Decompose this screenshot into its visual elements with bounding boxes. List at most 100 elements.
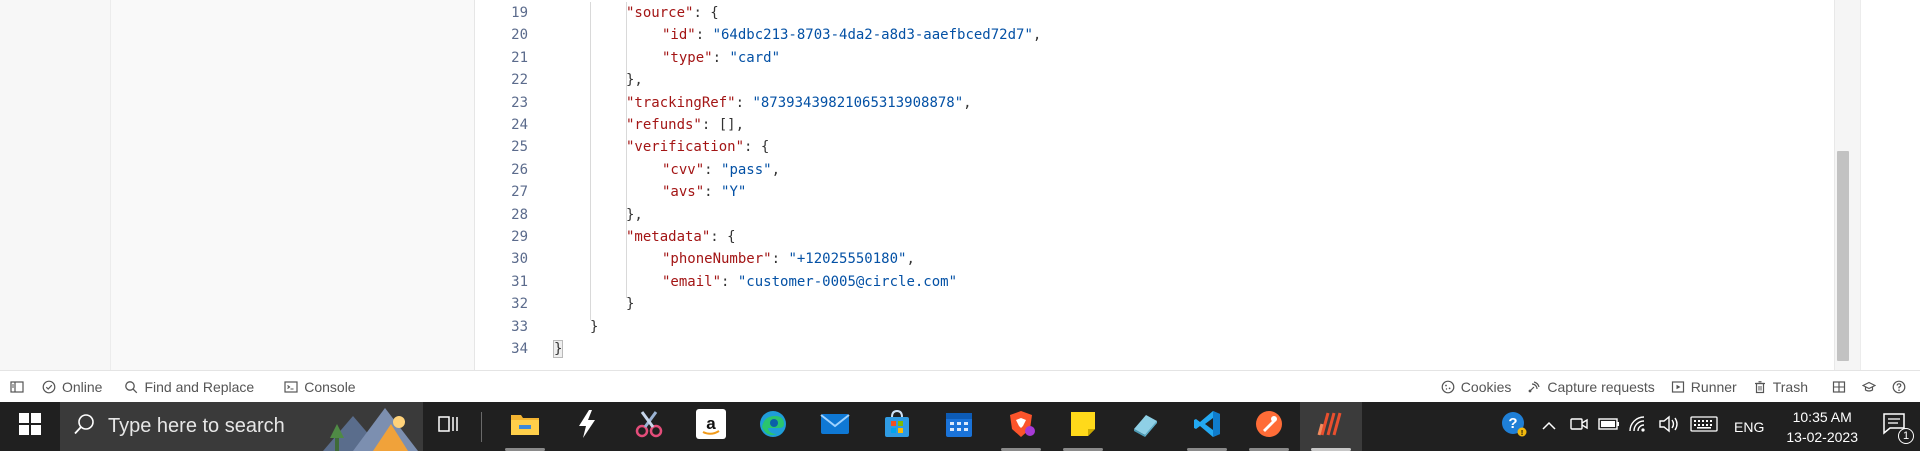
online-label: Online [62,378,103,395]
notification-badge: 1 [1898,428,1914,444]
line-number: 32 [511,296,528,313]
line-number: 34 [511,341,528,357]
code-line[interactable]: "cvv": "pass", [662,159,780,181]
line-number: 21 [511,49,528,66]
task-view-button[interactable] [423,402,473,451]
taskbar-app-sticky-notes[interactable] [1052,402,1114,451]
help-button[interactable] [1884,371,1914,403]
online-status-button[interactable]: Online [34,371,110,403]
json-punctuation: } [626,296,635,313]
indent-guide [590,2,591,321]
console-button[interactable]: Console [276,371,363,403]
eraser-icon [1130,409,1160,444]
code-line[interactable]: "email": "customer-0005@circle.com" [662,271,957,293]
json-punctuation: , [963,94,972,111]
code-line[interactable]: "trackingRef": "87393439821065313908878"… [626,92,972,114]
taskbar-app-bars[interactable] [1300,402,1362,451]
cookies-button[interactable]: Cookies [1433,371,1520,403]
code-editor[interactable]: 19 20 21 22 23 24 25 26 27 28 29 30 31 32 33 34 "source… [476,0,1834,370]
cookie-icon [1441,380,1455,394]
code-line[interactable]: "type": "card" [662,47,780,69]
code-line[interactable]: } [626,293,634,315]
json-punctuation: : [704,184,722,201]
status-bar: Online Find and Replace Console Cookies … [0,370,1920,402]
svg-text:!: ! [1521,430,1523,437]
taskbar-app-edge[interactable] [742,402,804,451]
keyboard-icon [1690,416,1718,437]
code-line[interactable]: "phoneNumber": "+12025550180", [662,248,915,270]
taskbar-app-vscode[interactable] [1176,402,1238,451]
line-number: 24 [511,117,528,133]
code-line[interactable]: } [552,338,564,360]
calendar-icon [944,409,974,444]
taskbar-app-mail[interactable] [804,402,866,451]
notification-center-button[interactable]: 1 [1870,402,1920,451]
line-number: 33 [511,318,528,335]
capture-requests-label: Capture requests [1547,378,1655,395]
json-string: "64dbc213-8703-4da2-a8d3-aaefbced72d7" [712,27,1033,44]
code-line[interactable]: "id": "64dbc213-8703-4da2-a8d3-aaefbced7… [662,24,1041,46]
code-line[interactable]: "verification": { [626,136,769,158]
two-pane-icon [1832,380,1846,394]
search-icon [74,413,96,440]
taskbar-app-eraser[interactable] [1114,402,1176,451]
help-icon: ?! [1500,410,1528,443]
scrollbar-thumb[interactable] [1837,151,1849,361]
volume-button[interactable] [1654,402,1684,451]
svg-text:a: a [706,414,716,433]
task-view-icon [437,414,459,439]
json-punctuation: : { [710,229,736,245]
start-button[interactable] [0,402,60,451]
taskbar-app-amazon[interactable]: a [680,402,742,451]
taskbar-app-brave[interactable] [990,402,1052,451]
code-line[interactable]: }, [626,69,643,91]
code-line[interactable]: "avs": "Y" [662,181,746,203]
json-punctuation: : { [744,139,770,156]
taskbar-app-lightning[interactable] [556,402,618,451]
json-key: "verification" [626,139,745,156]
json-punctuation: , [906,251,915,268]
taskbar-search-box[interactable]: Type here to search [60,402,423,451]
json-key: "type" [662,49,713,66]
windows-logo-icon [19,413,41,440]
code-line[interactable]: "source": { [626,2,719,24]
json-punctuation: : [704,161,722,178]
json-key: "id" [662,27,696,44]
taskbar-app-store[interactable] [866,402,928,451]
code-line[interactable]: } [590,316,598,338]
json-key: "cvv" [662,161,705,178]
battery-button[interactable] [1594,402,1624,451]
runner-button[interactable]: Runner [1663,371,1745,403]
help-icon [1892,380,1906,394]
json-punctuation: }, [626,206,643,223]
input-language-button[interactable]: ENG [1724,419,1774,435]
show-hidden-icons-button[interactable] [1534,402,1564,451]
help-tray-button[interactable]: ?! [1494,402,1534,451]
code-line[interactable]: "refunds": [], [626,114,744,136]
code-line[interactable]: }, [626,204,643,226]
taskbar-app-postman[interactable] [1238,402,1300,451]
layout-toggle-button[interactable] [1824,371,1854,403]
app-window: 19 20 21 22 23 24 25 26 27 28 29 30 31 32 33 34 "source… [0,0,1920,451]
code-line[interactable]: "metadata": { [626,226,736,248]
clock-button[interactable]: 10:35 AM 13-02-2023 [1774,407,1870,447]
taskbar-app-snipping-tool[interactable] [618,402,680,451]
meet-now-button[interactable] [1564,402,1594,451]
code-content[interactable]: "source": {"id": "64dbc213-8703-4da2-a8d… [552,0,1834,370]
left-rail [0,0,111,370]
touch-keyboard-button[interactable] [1684,402,1724,451]
trash-button[interactable]: Trash [1745,371,1816,403]
line-number: 23 [511,94,528,111]
network-button[interactable] [1624,402,1654,451]
play-box-icon [1671,380,1685,394]
taskbar-app-calendar[interactable] [928,402,990,451]
line-number-gutter: 19 20 21 22 23 24 25 26 27 28 29 30 31 32 33 34 [476,0,536,370]
trash-label: Trash [1772,378,1808,395]
capture-requests-button[interactable]: Capture requests [1519,371,1662,403]
taskbar-app-file-explorer[interactable] [494,402,556,451]
find-replace-button[interactable]: Find and Replace [116,371,262,403]
bootcamp-button[interactable] [1854,371,1884,403]
right-rail [1860,0,1920,370]
toggle-sidebar-button[interactable] [0,371,34,403]
json-punctuation: : [771,251,789,268]
